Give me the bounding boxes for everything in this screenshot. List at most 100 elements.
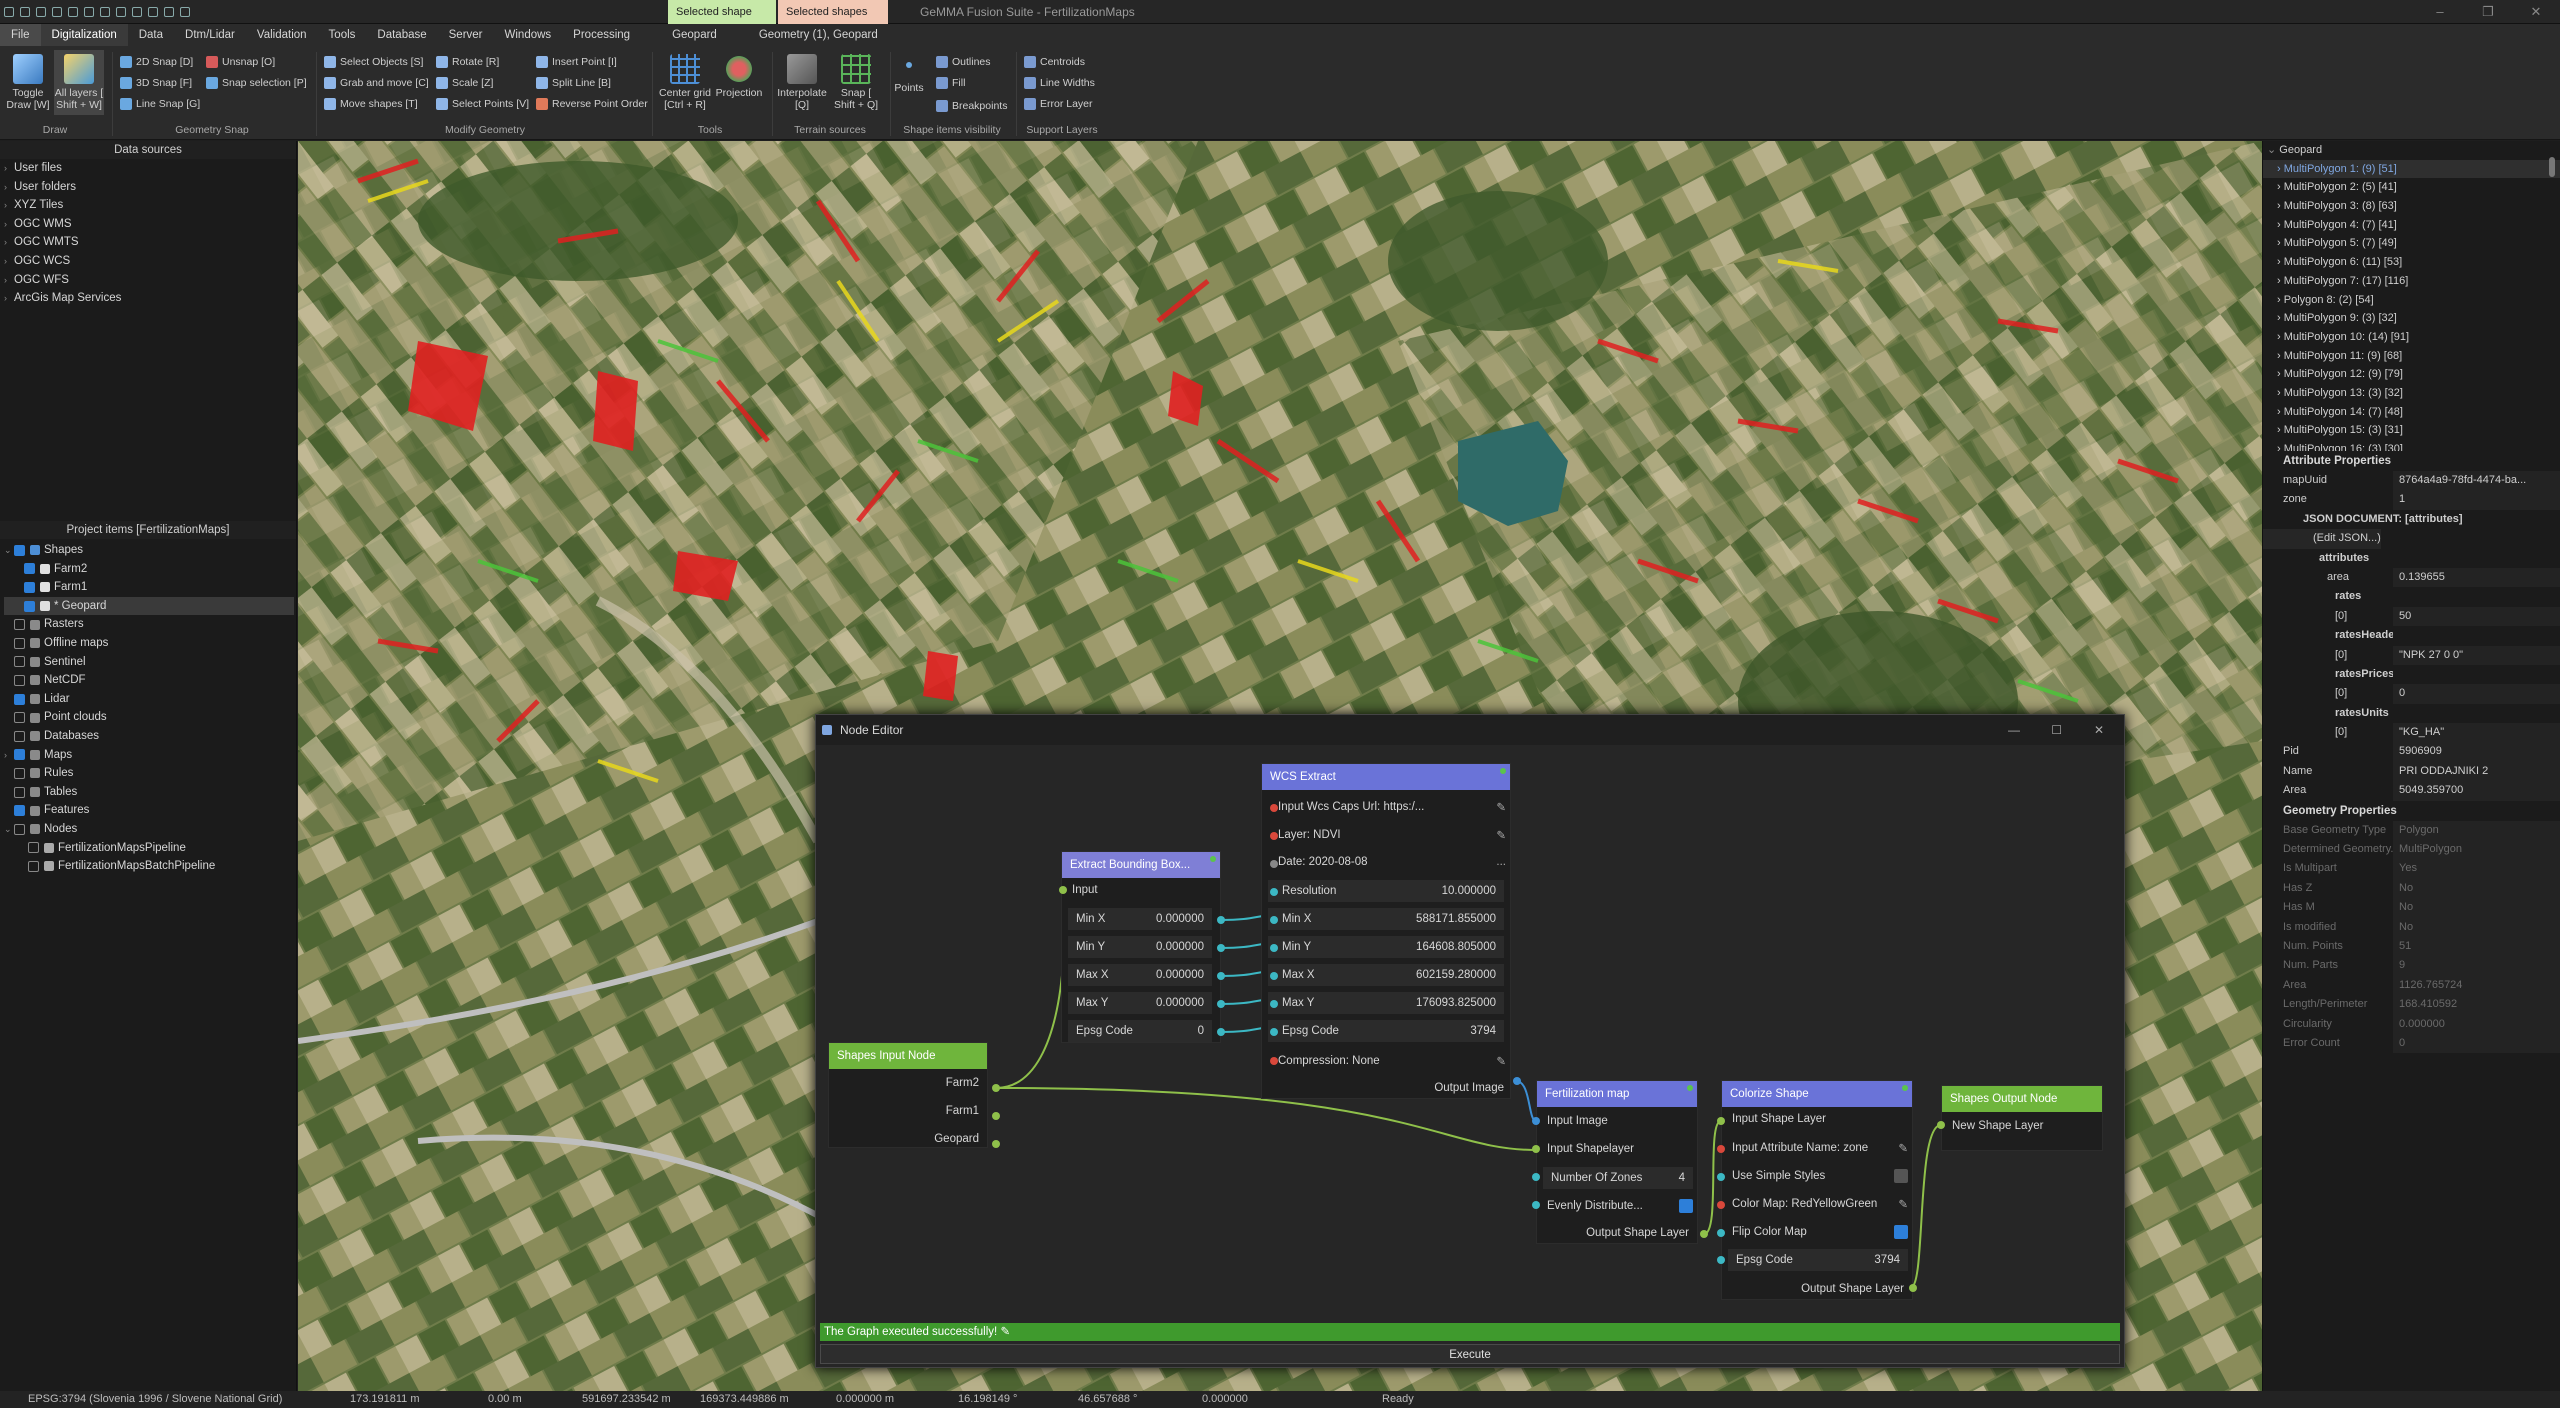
line-snap-button[interactable]: Line Snap [G] (120, 98, 200, 110)
checkbox[interactable] (28, 842, 39, 854)
edit-icon[interactable]: ✎ (1898, 1141, 1908, 1155)
select-points-button[interactable]: Select Points [V] (436, 98, 529, 110)
menu-database[interactable]: Database (366, 24, 437, 46)
date-picker-button[interactable]: ... (1496, 856, 1506, 868)
points-toggle[interactable]: Points (892, 62, 926, 94)
checkbox[interactable] (24, 563, 35, 575)
tree-point-clouds[interactable]: Point clouds (4, 708, 294, 727)
tree-item[interactable]: › MultiPolygon 9: (3) [32] (2263, 309, 2560, 328)
input-pin[interactable] (1270, 832, 1278, 840)
prop-row[interactable]: (Edit JSON...) (2263, 529, 2560, 549)
quick-access-icon[interactable] (84, 7, 94, 17)
tree-item[interactable]: › MultiPolygon 3: (8) [63] (2263, 197, 2560, 216)
checkbox[interactable] (14, 693, 25, 705)
prop-row[interactable]: Area 5049.359700 (2263, 781, 2560, 801)
prop-row[interactable]: [0] 50 (2263, 606, 2560, 627)
tree-rules[interactable]: Rules (4, 764, 294, 783)
checkbox[interactable] (14, 805, 25, 817)
tree-item[interactable]: › MultiPolygon 5: (7) [49] (2263, 234, 2560, 253)
prop-value[interactable]: "NPK 27 0 0" (2393, 645, 2560, 665)
tree-layer-farm2[interactable]: Farm2 (4, 560, 294, 579)
tree-root[interactable]: ⌄ Geopard (2263, 141, 2560, 160)
input-pin[interactable] (1717, 1256, 1725, 1264)
quick-access-icon[interactable] (116, 7, 126, 17)
quick-access-icon[interactable] (4, 7, 14, 17)
tree-features[interactable]: Features (4, 801, 294, 820)
input-pin[interactable] (1717, 1145, 1725, 1153)
input-pin[interactable] (1270, 804, 1278, 812)
data-source-item[interactable]: › User folders (4, 178, 296, 197)
error-layer-toggle[interactable]: Error Layer (1024, 98, 1093, 110)
data-source-item[interactable]: › ArcGis Map Services (4, 289, 296, 308)
maximize-icon[interactable]: ❐ (2466, 0, 2510, 24)
checkbox-checked[interactable] (1894, 1225, 1908, 1239)
colorize-shape-node[interactable]: Colorize Shape Input Shape Layer Input A… (1721, 1080, 1913, 1300)
tree-item[interactable]: › MultiPolygon 4: (7) [41] (2263, 216, 2560, 235)
prop-value[interactable]: 1 (2393, 490, 2560, 510)
data-source-item[interactable]: › XYZ Tiles (4, 196, 296, 215)
checkbox[interactable] (24, 600, 35, 612)
output-pin[interactable] (992, 1084, 1000, 1092)
tree-lidar[interactable]: Lidar (4, 690, 294, 709)
prop-value[interactable]: 0.139655 (2393, 567, 2560, 588)
shapes-input-node[interactable]: Shapes Input Node Farm2 Farm1 Geopard (828, 1042, 988, 1148)
centroids-toggle[interactable]: Centroids (1024, 56, 1085, 68)
input-pin[interactable] (1717, 1117, 1725, 1125)
field-value[interactable]: 3794 (1874, 1249, 1900, 1271)
number-of-zones-field[interactable]: Number Of Zones 4 (1543, 1167, 1693, 1189)
checkbox[interactable] (14, 674, 25, 686)
bbox-max-y-field[interactable]: Max Y 0.000000 (1068, 992, 1212, 1014)
prop-row[interactable]: [0] "KG_HA" (2263, 723, 2560, 743)
2d-snap-button[interactable]: 2D Snap [D] (120, 56, 193, 68)
input-pin[interactable] (1059, 886, 1067, 894)
menu-data[interactable]: Data (128, 24, 174, 46)
execute-button[interactable]: Execute (820, 1344, 2120, 1364)
scale-button[interactable]: Scale [Z] (436, 77, 493, 89)
menu-windows[interactable]: Windows (494, 24, 563, 46)
edit-icon[interactable]: ✎ (1496, 828, 1506, 842)
input-pin[interactable] (1717, 1229, 1725, 1237)
data-source-item[interactable]: › OGC WCS (4, 252, 296, 271)
field-value[interactable]: 3794 (1470, 1020, 1496, 1042)
tree-item[interactable]: › MultiPolygon 12: (9) [79] (2263, 365, 2560, 384)
close-icon[interactable]: ✕ (2514, 0, 2558, 24)
input-pin[interactable] (1270, 1028, 1278, 1036)
tree-item[interactable]: › MultiPolygon 2: (5) [41] (2263, 178, 2560, 197)
field-value[interactable]: 602159.280000 (1416, 964, 1496, 986)
outlines-toggle[interactable]: Outlines (936, 56, 991, 68)
checkbox[interactable] (14, 767, 25, 779)
quick-access-icon[interactable] (180, 7, 190, 17)
3d-snap-button[interactable]: 3D Snap [F] (120, 77, 192, 89)
output-pin[interactable] (1700, 1230, 1708, 1238)
prop-row[interactable]: mapUuid 8764a4a9-78fd-4474-ba... (2263, 471, 2560, 491)
center-grid-button[interactable]: Center grid [Ctrl + R] (656, 54, 714, 111)
output-pin[interactable] (1217, 972, 1225, 980)
quick-access-icon[interactable] (100, 7, 110, 17)
input-pin[interactable] (1532, 1201, 1540, 1209)
insert-point-button[interactable]: Insert Point [I] (536, 56, 617, 68)
field-value[interactable]: 0.000000 (1156, 992, 1204, 1014)
prop-value[interactable]: 8764a4a9-78fd-4474-ba... (2393, 471, 2560, 491)
quick-access-icon[interactable] (20, 7, 30, 17)
quick-access-icon[interactable] (68, 7, 78, 17)
terrain-snap-button[interactable]: Snap [ Shift + Q] (830, 54, 882, 111)
wcs-epsg-field[interactable]: Epsg Code 3794 (1268, 1020, 1504, 1042)
wcs-min-x-field[interactable]: Min X 588171.855000 (1268, 908, 1504, 930)
wcs-max-x-field[interactable]: Max X 602159.280000 (1268, 964, 1504, 986)
node-header[interactable]: Shapes Output Node (1942, 1086, 2102, 1112)
line-widths-toggle[interactable]: Line Widths (1024, 77, 1095, 89)
simple-styles-toggle[interactable]: Use Simple Styles (1732, 1169, 1908, 1183)
menu-processing[interactable]: Processing (562, 24, 641, 46)
menu-validation[interactable]: Validation (246, 24, 318, 46)
data-source-item[interactable]: › User files (4, 159, 296, 178)
shapes-output-node[interactable]: Shapes Output Node New Shape Layer (1941, 1085, 2103, 1151)
tree-item[interactable]: › MultiPolygon 10: (14) [91] (2263, 328, 2560, 347)
input-pin[interactable] (1270, 860, 1278, 868)
snap-selection-button[interactable]: Snap selection [P] (206, 77, 307, 89)
checkbox[interactable] (14, 619, 25, 631)
node-header[interactable]: Fertilization map (1537, 1081, 1697, 1107)
checkbox[interactable] (1894, 1169, 1908, 1183)
field-value[interactable]: 0.000000 (1156, 964, 1204, 986)
tree-item[interactable]: › MultiPolygon 1: (9) [51] (2263, 159, 2560, 179)
wcs-extract-node[interactable]: WCS Extract Input Wcs Caps Url: https:/.… (1261, 763, 1511, 1099)
